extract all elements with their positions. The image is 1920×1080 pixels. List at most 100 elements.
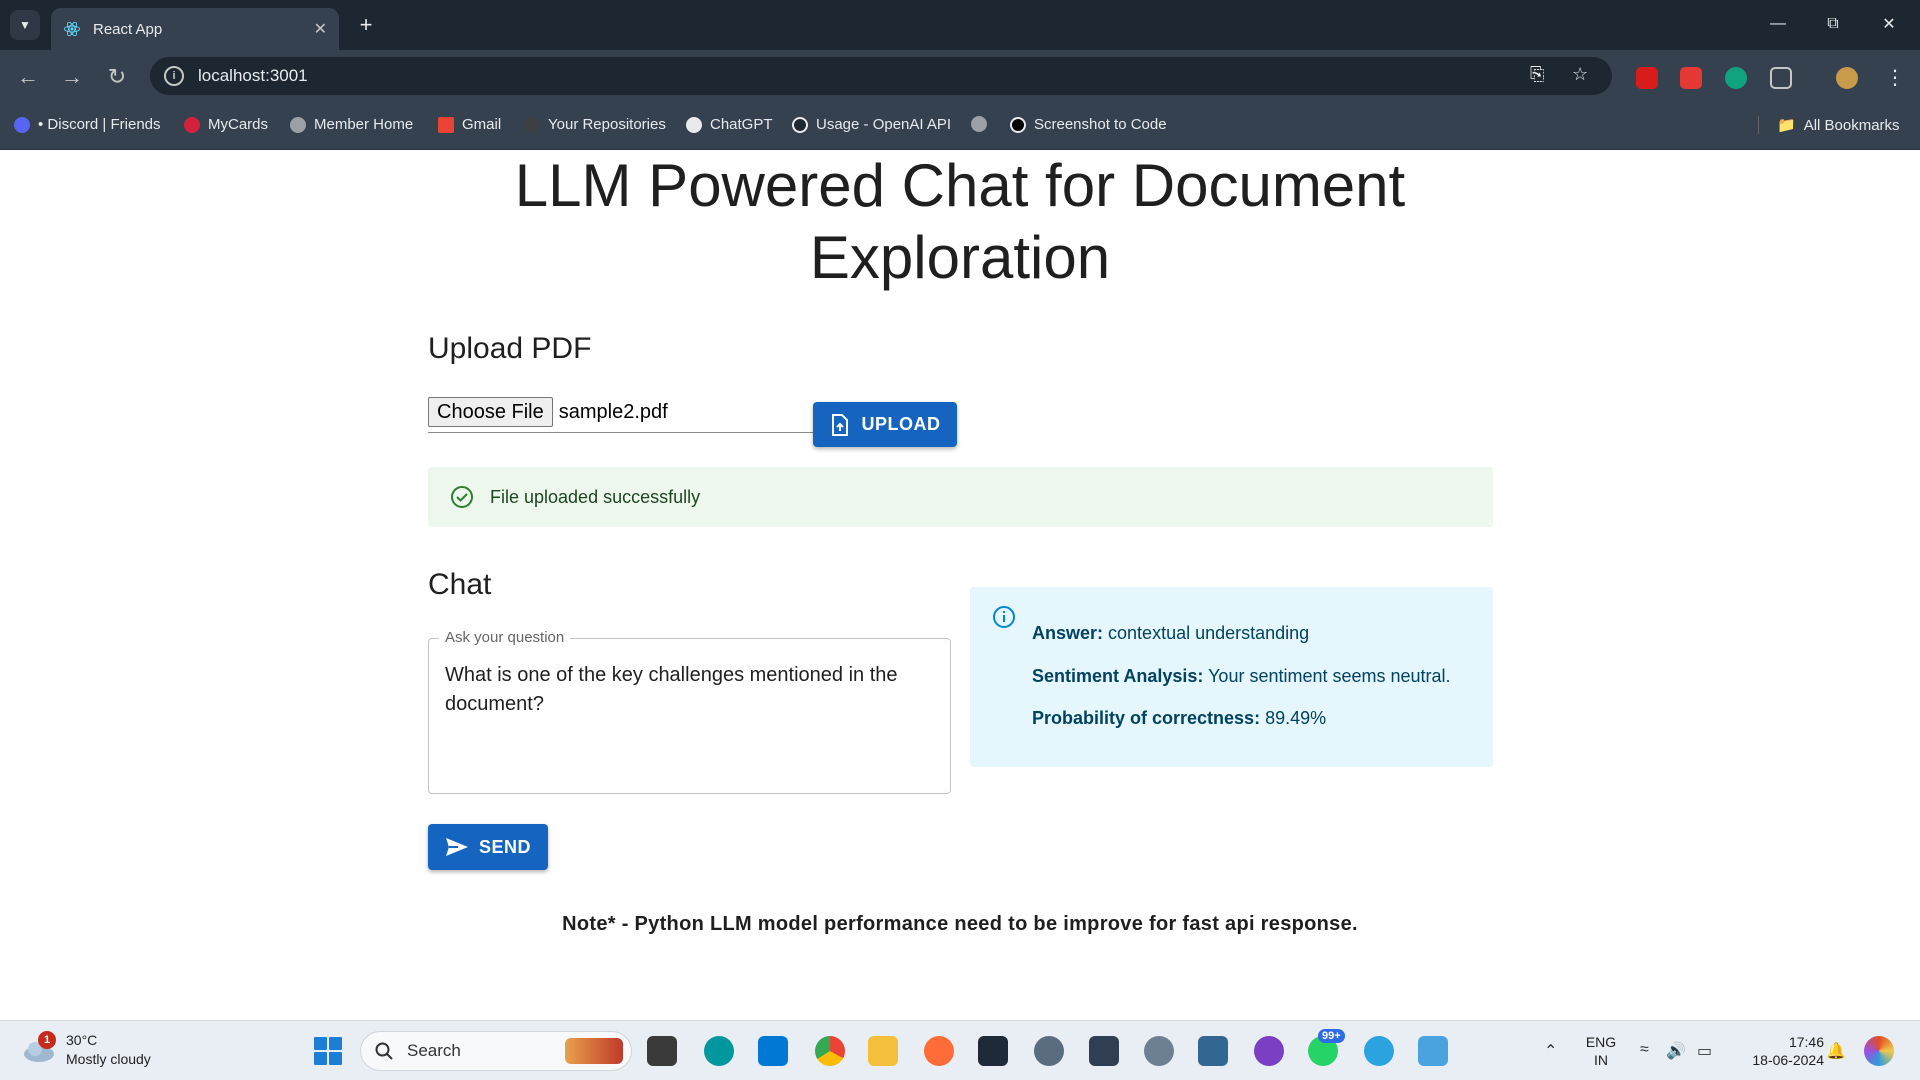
bookmark-discord[interactable]: • Discord | Friends — [14, 116, 161, 133]
probability-line: Probability of correctness: 89.49% — [1032, 708, 1326, 729]
bookmark-screenshot-to-code[interactable]: Screenshot to Code — [1010, 116, 1167, 133]
extension-icon-1[interactable] — [1636, 67, 1658, 89]
bookmark-openai-usage[interactable]: Usage - OpenAI API — [792, 116, 951, 133]
answer-label: Answer: — [1032, 623, 1104, 643]
upload-file-icon — [831, 413, 848, 436]
chevron-down-icon: ▼ — [19, 18, 31, 32]
reload-button[interactable]: ↻ — [102, 62, 132, 92]
tab-search-button[interactable]: ▼ — [10, 10, 40, 40]
telegram-icon[interactable] — [1364, 1036, 1394, 1066]
browser-tab-react-app[interactable]: React App ✕ — [51, 8, 339, 50]
wifi-icon[interactable]: ≈ — [1640, 1041, 1649, 1059]
probability-label: Probability of correctness: — [1032, 708, 1261, 728]
url-text: localhost:3001 — [198, 66, 308, 85]
probability-value: 89.49% — [1265, 708, 1327, 728]
url-input[interactable]: i localhost:3001 — [150, 57, 1612, 95]
bookmark-gmail[interactable]: Gmail — [438, 116, 501, 133]
performance-note: Note* - Python LLM model performance nee… — [562, 913, 1358, 935]
close-tab-icon[interactable]: ✕ — [314, 19, 327, 39]
send-icon — [445, 838, 468, 856]
weather-temp: 30°C — [66, 1032, 98, 1048]
tab-title: React App — [93, 20, 163, 38]
chat-heading: Chat — [428, 568, 492, 601]
notepad-icon[interactable] — [1418, 1036, 1448, 1066]
openai-icon — [792, 116, 808, 133]
gmail-icon — [438, 116, 454, 133]
bookmark-chatgpt[interactable]: ChatGPT — [686, 116, 773, 133]
vscode-icon[interactable] — [758, 1036, 788, 1066]
upload-success-alert: File uploaded successfully — [428, 467, 1493, 527]
close-window-button[interactable]: ✕ — [1866, 8, 1912, 40]
mycards-icon — [184, 116, 200, 133]
battery-icon[interactable]: ▭ — [1697, 1041, 1712, 1061]
upload-button[interactable]: UPLOAD — [813, 402, 957, 447]
browser-tab-bar: ▼ React App ✕ + — ⧉ ✕ — [0, 0, 1920, 50]
search-icon — [375, 1042, 393, 1060]
sentiment-value: Your sentiment seems neutral. — [1208, 666, 1451, 686]
forward-button[interactable]: → — [57, 62, 87, 92]
profile-avatar[interactable] — [1836, 67, 1858, 89]
choose-file-button[interactable]: Choose File — [428, 397, 553, 427]
github-desktop-icon[interactable] — [1254, 1036, 1284, 1066]
bookmark-globe[interactable] — [971, 116, 995, 132]
postman-icon[interactable] — [924, 1036, 954, 1066]
screenshot-to-code-icon — [1010, 116, 1026, 133]
react-icon — [64, 21, 80, 37]
cloud-icon: 1 — [22, 1031, 56, 1063]
chevron-up-icon[interactable]: ⌃ — [1544, 1041, 1557, 1061]
file-explorer-icon[interactable] — [868, 1036, 898, 1066]
back-button[interactable]: ← — [13, 62, 43, 92]
copilot-icon[interactable] — [1864, 1036, 1894, 1066]
menu-kebab-icon[interactable]: ⋮ — [1884, 67, 1906, 89]
chrome-icon[interactable] — [815, 1036, 845, 1066]
question-label: Ask your question — [439, 629, 571, 646]
selected-file-name: sample2.pdf — [558, 401, 668, 423]
bookmark-repositories[interactable]: Your Repositories — [524, 116, 666, 133]
bookmark-mycards[interactable]: MyCards — [184, 116, 268, 133]
page-title: LLM Powered Chat for Document Exploratio… — [514, 152, 1406, 291]
info-icon — [993, 606, 1015, 628]
arduino-icon[interactable] — [704, 1036, 734, 1066]
extensions-puzzle-icon[interactable] — [1770, 67, 1792, 89]
search-highlight-icon — [565, 1038, 623, 1064]
notification-bell-icon[interactable]: 🔔 — [1826, 1041, 1846, 1061]
folder-icon: 📁 — [1777, 117, 1796, 134]
app-icon-db[interactable] — [1089, 1036, 1119, 1066]
postgresql-icon[interactable] — [1198, 1036, 1228, 1066]
install-app-icon[interactable]: ⎘ — [1530, 64, 1544, 85]
answer-info-alert: Answer: contextual understanding Sentime… — [970, 587, 1493, 767]
send-button[interactable]: SEND — [428, 824, 548, 870]
bookmark-member-home[interactable]: Member Home — [290, 116, 413, 133]
question-value[interactable]: What is one of the key challenges mentio… — [445, 661, 915, 719]
language-indicator[interactable]: ENG IN — [1584, 1033, 1618, 1069]
app-icon-bug[interactable] — [1034, 1036, 1064, 1066]
whatsapp-badge: 99+ — [1318, 1029, 1345, 1043]
extension-icon-3[interactable] — [1725, 67, 1747, 89]
taskbar-search[interactable]: Search — [360, 1031, 632, 1071]
sentiment-line: Sentiment Analysis: Your sentiment seems… — [1032, 666, 1451, 687]
clock[interactable]: 17:46 18-06-2024 — [1742, 1033, 1824, 1069]
new-tab-button[interactable]: + — [353, 12, 379, 38]
task-view-icon[interactable] — [647, 1036, 677, 1066]
globe-icon — [971, 116, 987, 132]
bookmarks-bar: • Discord | Friends MyCards Member Home … — [0, 100, 1920, 150]
all-bookmarks[interactable]: 📁 All Bookmarks — [1758, 116, 1900, 134]
minimize-button[interactable]: — — [1755, 8, 1801, 40]
weather-alert-badge: 1 — [38, 1031, 56, 1049]
site-info-icon[interactable]: i — [164, 66, 184, 86]
extension-icon-2[interactable] — [1680, 67, 1702, 89]
restore-button[interactable]: ⧉ — [1810, 8, 1856, 40]
bookmark-star-icon[interactable]: ☆ — [1572, 64, 1588, 85]
windows-start-icon[interactable] — [314, 1037, 342, 1065]
volume-icon[interactable]: 🔊 — [1666, 1041, 1686, 1061]
file-input[interactable]: Choose File sample2.pdf — [428, 397, 813, 433]
teamviewer-icon[interactable] — [978, 1036, 1008, 1066]
globe-icon — [290, 116, 306, 133]
check-circle-icon — [451, 486, 473, 508]
app-icon-cat[interactable] — [1144, 1036, 1174, 1066]
question-textarea[interactable]: Ask your question What is one of the key… — [428, 629, 951, 794]
sentiment-label: Sentiment Analysis: — [1032, 666, 1204, 686]
weather-widget[interactable]: 1 30°C Mostly cloudy — [22, 1031, 151, 1069]
upload-heading: Upload PDF — [428, 332, 592, 365]
weather-desc: Mostly cloudy — [66, 1051, 151, 1067]
